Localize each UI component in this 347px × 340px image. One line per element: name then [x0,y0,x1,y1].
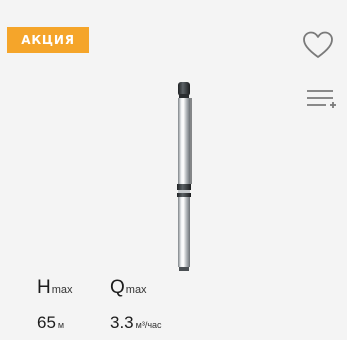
favorite-button[interactable] [303,31,333,59]
submersible-pump-image [177,82,192,271]
compare-list-icon [307,90,336,108]
product-image[interactable] [160,80,208,275]
compare-button[interactable] [306,89,336,111]
promo-badge: АКЦИЯ [7,27,89,53]
spec-max-head: Hmax 65 м [37,277,73,335]
spec-max-flow-label: Qmax [110,277,147,298]
spec-max-flow: Qmax 3.3 м³/час [110,277,162,335]
heart-icon [303,31,333,58]
spec-max-head-label: Hmax [37,277,73,298]
spec-max-head-value: 65 м [37,313,65,332]
spec-max-flow-value: 3.3 м³/час [110,313,162,332]
